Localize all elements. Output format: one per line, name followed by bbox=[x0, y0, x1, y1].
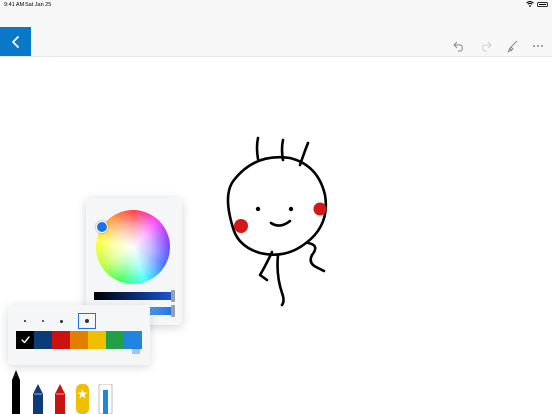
back-button[interactable] bbox=[0, 27, 31, 56]
more-colors-button[interactable] bbox=[132, 341, 140, 359]
status-date: Sat Jan 25 bbox=[25, 2, 52, 8]
eraser-button[interactable] bbox=[504, 38, 520, 54]
doodle-drawing bbox=[226, 136, 328, 307]
color-swatch[interactable] bbox=[34, 331, 52, 349]
color-swatch[interactable] bbox=[16, 331, 34, 349]
chevron-left-icon bbox=[11, 35, 19, 48]
menu-lines-icon bbox=[132, 348, 140, 354]
checkmark-icon bbox=[20, 336, 30, 344]
brush-size-4[interactable] bbox=[78, 313, 96, 329]
pen-navy[interactable] bbox=[31, 384, 45, 414]
brush-size-1[interactable] bbox=[16, 313, 34, 329]
color-swatch[interactable] bbox=[52, 331, 70, 349]
highlighter-yellow[interactable] bbox=[75, 384, 90, 414]
brush-size-row bbox=[16, 313, 96, 329]
undo-icon bbox=[452, 41, 463, 51]
redo-icon bbox=[481, 41, 492, 51]
brush-size-3[interactable] bbox=[52, 313, 70, 329]
status-indicators bbox=[526, 1, 548, 7]
more-icon bbox=[533, 45, 543, 47]
wifi-icon bbox=[526, 1, 534, 7]
brightness-slider-thumb[interactable] bbox=[171, 290, 175, 302]
pen-red[interactable] bbox=[53, 384, 67, 414]
more-button[interactable] bbox=[530, 38, 546, 54]
undo-button[interactable] bbox=[451, 38, 467, 54]
brush-size-2[interactable] bbox=[34, 313, 52, 329]
pen-black[interactable] bbox=[9, 370, 23, 414]
color-swatch[interactable] bbox=[106, 331, 124, 349]
color-wheel[interactable] bbox=[96, 210, 170, 284]
top-toolbar bbox=[0, 10, 552, 57]
pen-tray bbox=[0, 368, 130, 414]
color-swatch[interactable] bbox=[70, 331, 88, 349]
brightness-slider[interactable] bbox=[94, 290, 175, 302]
color-swatches bbox=[16, 331, 142, 349]
redo-button[interactable] bbox=[477, 38, 493, 54]
status-bar: 9:41 AM Sat Jan 25 bbox=[0, 0, 552, 10]
opacity-slider-thumb[interactable] bbox=[171, 305, 175, 317]
eraser-icon bbox=[507, 40, 517, 52]
battery-icon bbox=[537, 1, 548, 7]
ruler-tool[interactable] bbox=[98, 384, 113, 414]
color-wheel-knob[interactable] bbox=[96, 221, 108, 233]
palette-panel bbox=[8, 305, 150, 365]
color-swatch[interactable] bbox=[88, 331, 106, 349]
status-time: 9:41 AM bbox=[4, 2, 25, 8]
